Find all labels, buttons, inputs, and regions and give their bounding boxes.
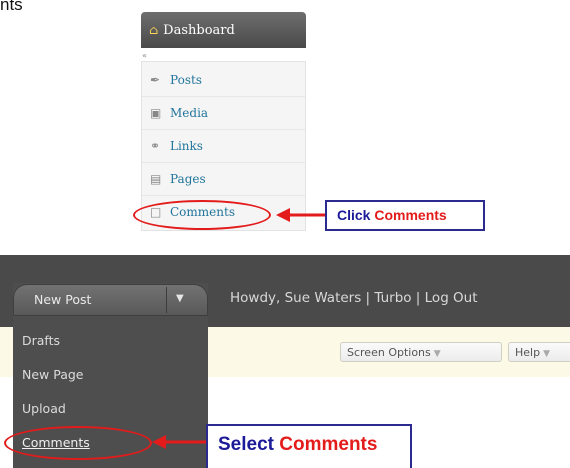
pin-icon: ✒ <box>150 73 161 87</box>
chevron-down-icon: ▼ <box>543 349 550 359</box>
favorite-item-drafts[interactable]: Drafts <box>22 333 60 348</box>
favorite-item-upload[interactable]: Upload <box>22 401 66 416</box>
sidebar-item-label: Pages <box>170 172 206 186</box>
callout-highlight: Comments <box>374 207 447 223</box>
favorite-selected-label[interactable]: New Post <box>34 292 91 307</box>
chevron-down-icon: ▼ <box>433 349 441 359</box>
home-icon: ⌂ <box>149 23 159 37</box>
media-icon: ▣ <box>150 106 162 120</box>
pages-icon: ▤ <box>150 172 162 186</box>
chevron-down-icon[interactable]: ▼ <box>176 293 184 304</box>
callout-prefix: Click <box>337 207 375 223</box>
highlight-oval <box>133 200 271 230</box>
sidebar-item-label: Media <box>170 106 209 120</box>
callout-prefix: Select <box>218 434 280 455</box>
screen-options-button[interactable]: Screen Options ▼ <box>340 342 502 362</box>
collapse-menu-icon[interactable]: « <box>142 51 306 61</box>
dashboard-menu-header[interactable]: ⌂ Dashboard <box>141 12 306 48</box>
left-arrow-icon <box>152 435 208 449</box>
select-comments-callout: Select Comments <box>206 424 412 468</box>
left-arrow-icon <box>276 208 326 222</box>
help-button[interactable]: Help ▼ <box>508 342 570 362</box>
sidebar-item-media[interactable]: ▣ Media <box>142 97 305 130</box>
link-icon: ⚭ <box>150 139 161 153</box>
sidebar-item-posts[interactable]: ✒ Posts <box>142 64 305 97</box>
click-comments-callout: Click Comments <box>325 200 485 231</box>
sidebar-item-links[interactable]: ⚭ Links <box>142 130 305 163</box>
callout-highlight: Comments <box>279 434 378 455</box>
highlight-oval <box>4 426 152 460</box>
user-greeting[interactable]: Howdy, Sue Waters | Turbo | Log Out <box>230 290 478 306</box>
sidebar-item-pages[interactable]: ▤ Pages <box>142 163 305 196</box>
favorite-item-new-page[interactable]: New Page <box>22 367 84 382</box>
sidebar-item-label: Links <box>170 139 203 153</box>
dashboard-label: Dashboard <box>163 23 235 38</box>
help-label: Help <box>515 346 541 359</box>
divider <box>166 287 167 313</box>
screen-options-label: Screen Options <box>347 346 431 359</box>
partial-heading-text: nts <box>0 0 23 14</box>
sidebar-item-label: Posts <box>170 73 202 87</box>
